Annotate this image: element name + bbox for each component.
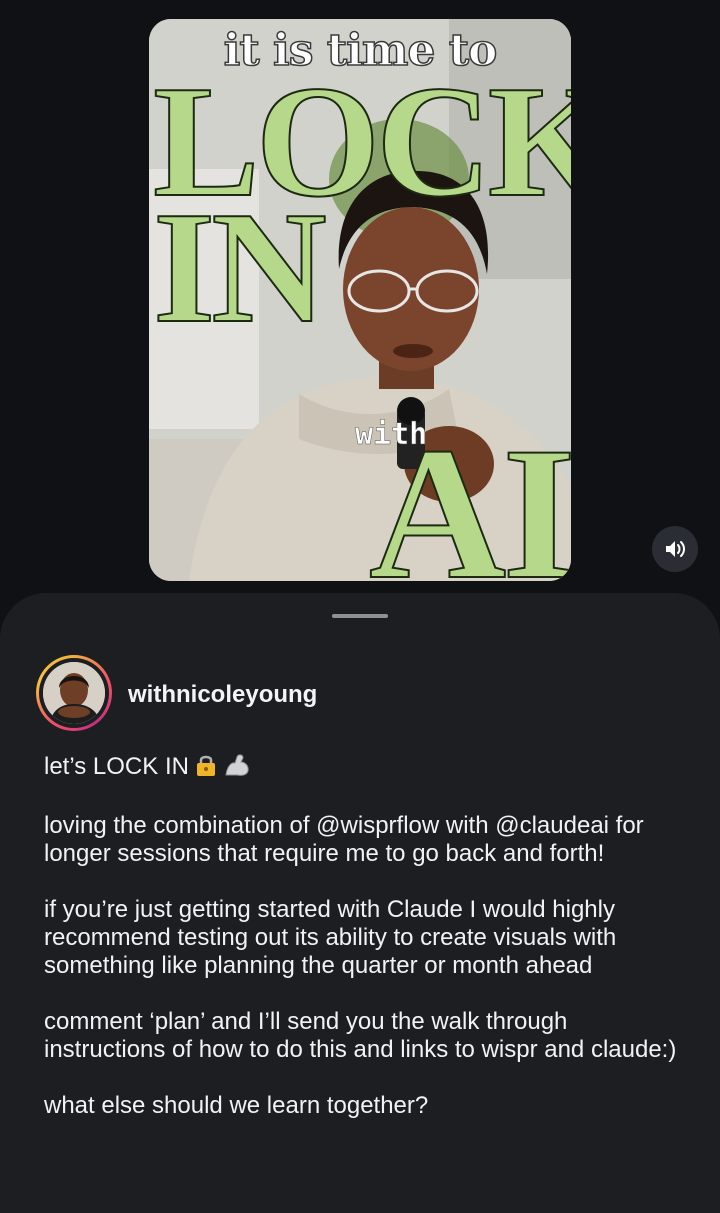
reel-video[interactable]: it is time to LOCK IN with AI: [149, 19, 571, 581]
caption-paragraph-5: what else should we learn together?: [44, 1092, 429, 1119]
sound-toggle-button[interactable]: [652, 526, 698, 572]
caption-paragraph-2: loving the combination of @wisprflow wit…: [44, 812, 644, 867]
avatar-image: [43, 662, 105, 724]
caption-line-1: let’s LOCK IN: [44, 753, 694, 784]
profile-avatar[interactable]: [43, 662, 105, 724]
video-title-in: IN: [152, 178, 328, 356]
caption-sheet: withnicoleyoung let’s LOCK IN loving the…: [0, 593, 720, 1213]
sheet-drag-handle[interactable]: [332, 614, 388, 618]
caption-paragraph-4: comment ‘plan’ and I’ll send you the wal…: [44, 1008, 677, 1063]
post-username[interactable]: withnicoleyoung: [128, 681, 317, 709]
flexed-biceps-icon: [223, 753, 251, 784]
speaker-volume-icon: [666, 541, 685, 557]
caption-line-1-text: let’s LOCK IN: [44, 753, 189, 780]
caption-paragraph-3: if you’re just getting started with Clau…: [44, 896, 617, 979]
story-ring[interactable]: [36, 655, 112, 731]
lock-icon: [195, 753, 217, 784]
video-title-ai: AI: [368, 409, 571, 581]
post-caption: let’s LOCK IN loving the combination of …: [44, 753, 694, 1120]
